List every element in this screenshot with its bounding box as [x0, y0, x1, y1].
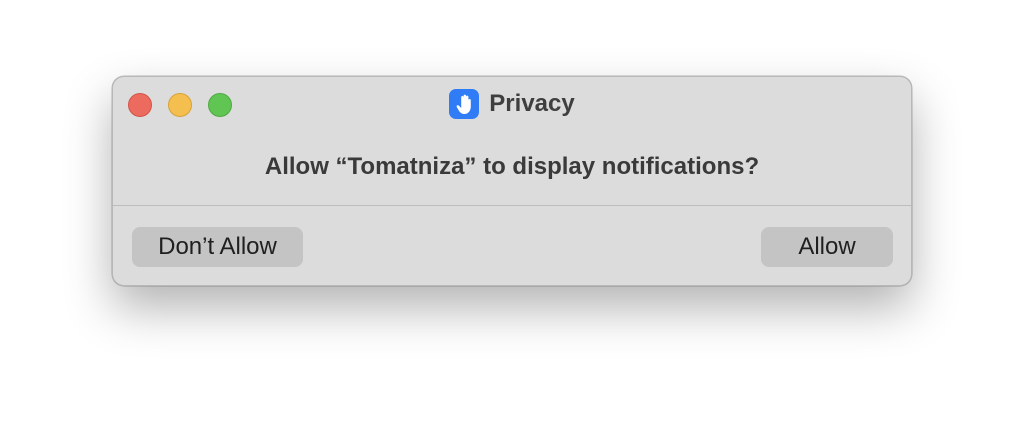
- desktop-background: Privacy Allow “Tomatniza” to display not…: [0, 0, 1024, 434]
- titlebar: Privacy: [113, 77, 911, 131]
- window-title-group: Privacy: [113, 77, 911, 131]
- raised-hand-icon: [449, 89, 480, 119]
- window-title: Privacy: [489, 90, 575, 117]
- allow-button[interactable]: Allow: [761, 227, 893, 267]
- divider: [113, 205, 911, 206]
- dont-allow-button[interactable]: Don’t Allow: [132, 227, 303, 267]
- notification-permission-message: Allow “Tomatniza” to display notificatio…: [264, 153, 760, 180]
- privacy-dialog-window: Privacy Allow “Tomatniza” to display not…: [112, 76, 912, 286]
